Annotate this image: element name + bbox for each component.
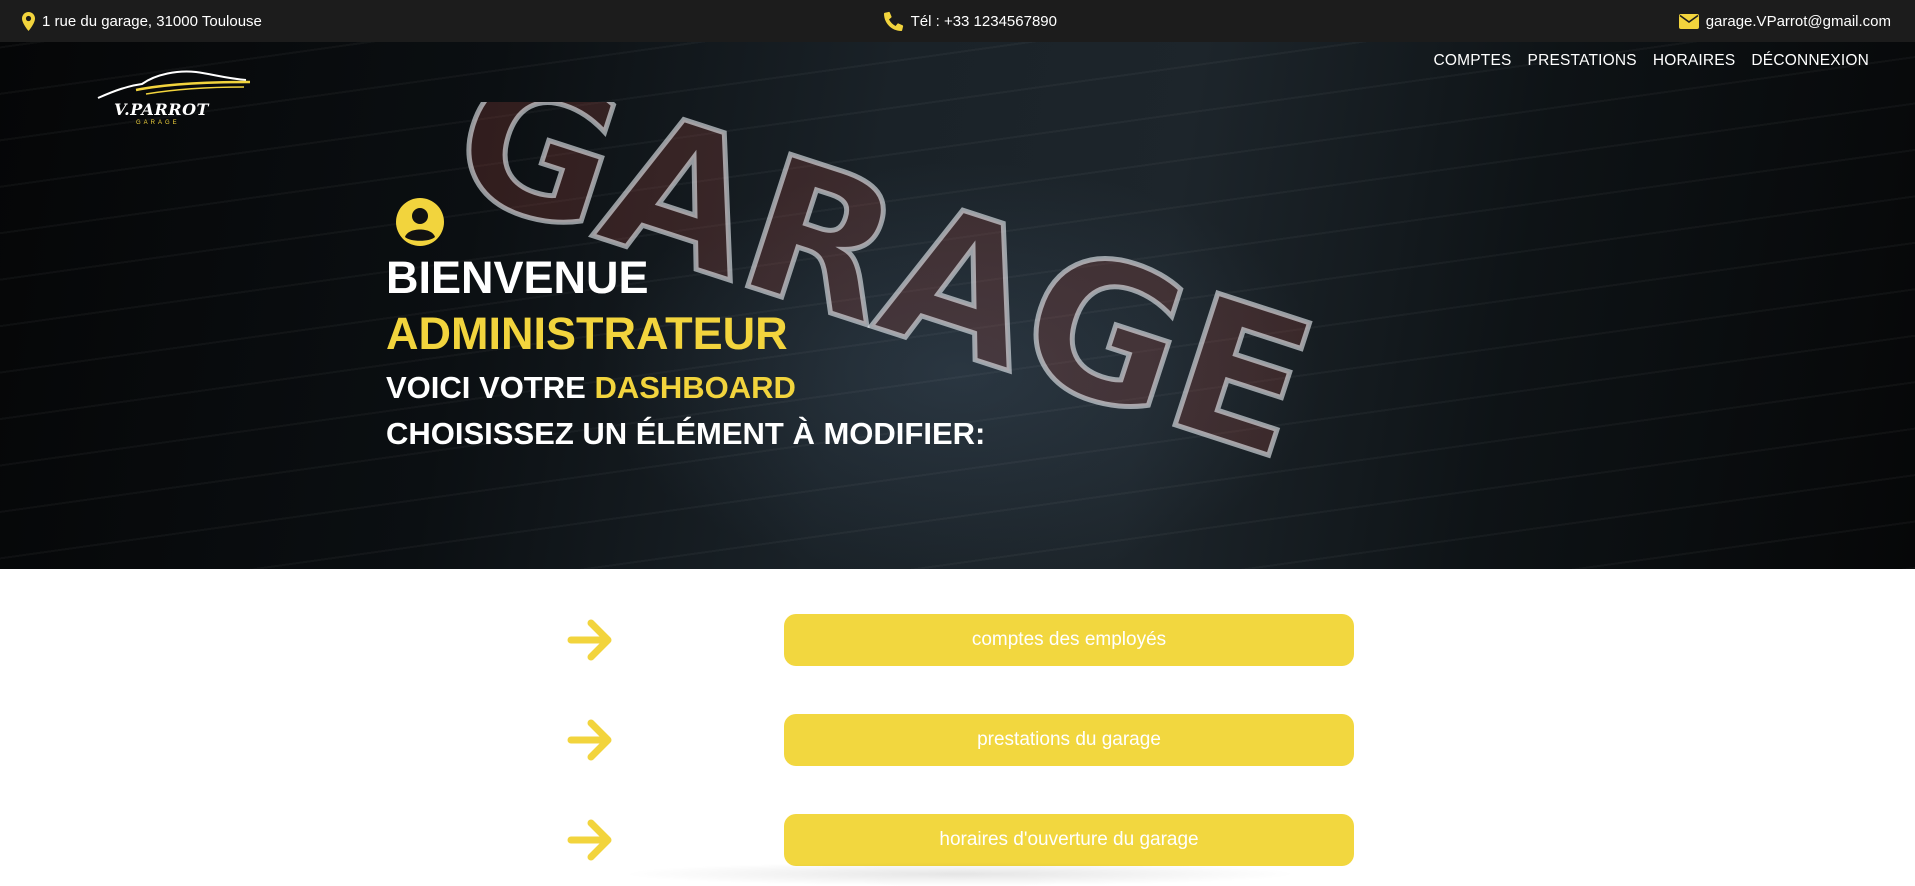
car-silhouette-icon: [97, 70, 251, 99]
arrow-right-icon: [567, 619, 612, 661]
address-item: 1 rue du garage, 31000 Toulouse: [22, 11, 262, 31]
main-nav: COMPTES PRESTATIONS HORAIRES DÉCONNEXION: [1434, 52, 1870, 70]
dashboard-line: VOICI VOTRE DASHBOARD: [386, 370, 796, 406]
nav-horaires[interactable]: HORAIRES: [1653, 52, 1736, 70]
logo-subtitle: GARAGE: [136, 120, 180, 126]
phone-item[interactable]: Tél : +33 1234567890: [883, 11, 1057, 31]
garage-services-button[interactable]: prestations du garage: [784, 714, 1354, 766]
dashboard-prefix: VOICI VOTRE: [386, 370, 586, 405]
phone-icon: [883, 11, 903, 31]
logo[interactable]: V.PARROT GARAGE: [96, 68, 252, 128]
welcome-heading: BIENVENUE: [386, 252, 649, 303]
opening-hours-button[interactable]: horaires d'ouverture du garage: [784, 814, 1354, 866]
user-circle-icon: [396, 198, 444, 246]
instruction-line: CHOISISSEZ UN ÉLÉMENT À MODIFIER:: [386, 416, 986, 451]
logo-brand: V.PARROT: [114, 100, 209, 119]
email-text: garage.VParrot@gmail.com: [1705, 12, 1891, 30]
action-row: horaires d'ouverture du garage: [0, 814, 1915, 866]
action-list: comptes des employés prestations du gara…: [0, 569, 1915, 871]
nav-prestations[interactable]: PRESTATIONS: [1528, 52, 1637, 70]
email-item[interactable]: garage.VParrot@gmail.com: [1678, 12, 1891, 30]
role-heading: ADMINISTRATEUR: [386, 308, 788, 359]
arrow-right-icon: [567, 719, 612, 761]
location-pin-icon: [22, 11, 35, 31]
dashboard-accent: DASHBOARD: [594, 370, 796, 405]
nav-deconnexion[interactable]: DÉCONNEXION: [1751, 52, 1869, 70]
address-text: 1 rue du garage, 31000 Toulouse: [42, 12, 262, 30]
top-info-bar: 1 rue du garage, 31000 Toulouse Tél : +3…: [0, 0, 1915, 42]
employee-accounts-button[interactable]: comptes des employés: [784, 614, 1354, 666]
bottom-shadow: [620, 862, 1300, 886]
action-row: prestations du garage: [0, 714, 1915, 766]
action-row: comptes des employés: [0, 614, 1915, 666]
hero-section: GARAGE V.PARROT GARAGE COMPTES PRESTATIO…: [0, 42, 1915, 569]
arrow-right-icon: [567, 819, 612, 861]
envelope-icon: [1678, 13, 1699, 29]
phone-text: Tél : +33 1234567890: [910, 12, 1057, 30]
nav-comptes[interactable]: COMPTES: [1434, 52, 1512, 70]
